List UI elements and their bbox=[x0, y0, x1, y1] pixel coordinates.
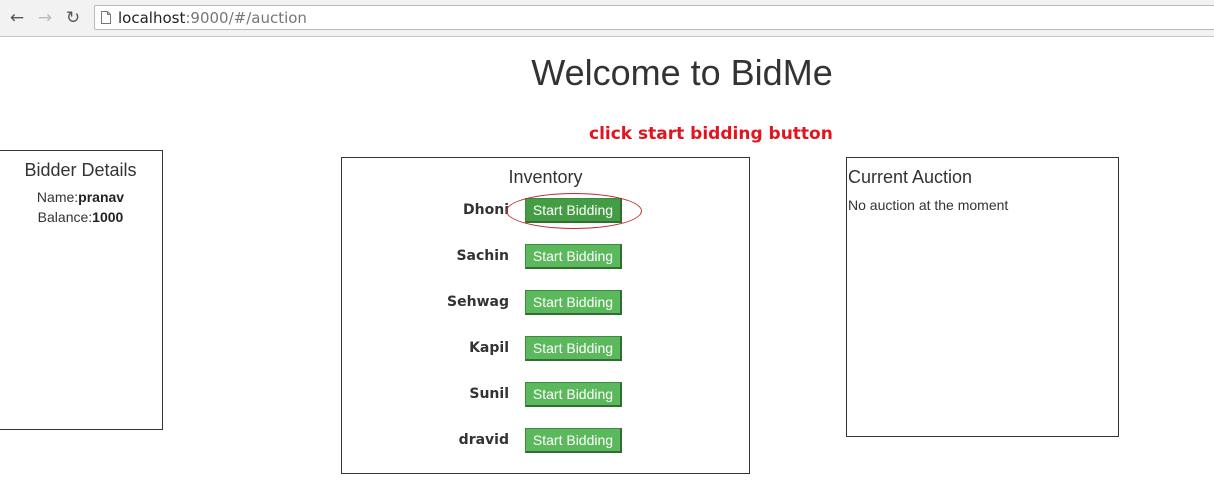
name-value: pranav bbox=[78, 189, 125, 205]
item-name: Sehwag bbox=[447, 294, 509, 310]
address-bar[interactable]: localhost:9000/#/auction bbox=[94, 5, 1214, 30]
page-title: Welcome to BidMe bbox=[531, 52, 833, 93]
start-bidding-button[interactable]: Start Bidding bbox=[525, 336, 622, 361]
url-path: :9000/#/auction bbox=[185, 9, 307, 27]
forward-arrow-icon[interactable]: → bbox=[35, 8, 55, 28]
inventory-item: Dhoni Start Bidding bbox=[342, 193, 749, 229]
inventory-item: Sunil Start Bidding bbox=[342, 382, 749, 408]
inventory-title: Inventory bbox=[508, 167, 583, 187]
inventory-item: Kapil Start Bidding bbox=[342, 336, 749, 362]
inventory-item: dravid Start Bidding bbox=[342, 428, 749, 454]
bidder-name: Name:pranav bbox=[0, 187, 162, 207]
bidder-balance: Balance:1000 bbox=[0, 207, 162, 227]
start-bidding-button[interactable]: Start Bidding bbox=[525, 244, 622, 269]
url-text: localhost:9000/#/auction bbox=[118, 10, 307, 26]
name-label: Name: bbox=[36, 189, 79, 205]
item-name: Kapil bbox=[469, 340, 509, 356]
current-auction-panel: Current Auction No auction at the moment bbox=[846, 157, 1119, 437]
back-arrow-icon[interactable]: ← bbox=[7, 8, 27, 28]
inventory-item: Sachin Start Bidding bbox=[342, 244, 749, 270]
inventory-panel: Inventory Dhoni Start Bidding Sachin Sta… bbox=[341, 157, 750, 474]
bidder-details-panel: Bidder Details Name:pranav Balance:1000 bbox=[0, 150, 163, 430]
item-name: Dhoni bbox=[463, 202, 509, 218]
start-bidding-button[interactable]: Start Bidding bbox=[525, 428, 622, 453]
bidder-details-body: Name:pranav Balance:1000 bbox=[0, 187, 162, 227]
balance-value: 1000 bbox=[92, 209, 124, 225]
bidder-details-title: Bidder Details bbox=[24, 160, 137, 180]
item-name: dravid bbox=[458, 432, 509, 448]
start-bidding-button[interactable]: Start Bidding bbox=[525, 198, 622, 223]
inventory-item: Sehwag Start Bidding bbox=[342, 290, 749, 316]
balance-label: Balance: bbox=[37, 209, 93, 225]
start-bidding-button[interactable]: Start Bidding bbox=[525, 382, 622, 407]
start-bidding-button[interactable]: Start Bidding bbox=[525, 290, 622, 315]
current-auction-title: Current Auction bbox=[848, 167, 973, 187]
auction-status: No auction at the moment bbox=[848, 197, 1009, 213]
url-host: localhost bbox=[118, 9, 186, 27]
browser-toolbar: ← → ↻ localhost:9000/#/auction bbox=[0, 0, 1214, 37]
item-name: Sachin bbox=[456, 248, 509, 264]
item-name: Sunil bbox=[469, 386, 509, 402]
page-icon bbox=[101, 11, 111, 24]
annotation-text: click start bidding button bbox=[589, 124, 833, 144]
reload-icon[interactable]: ↻ bbox=[63, 8, 83, 28]
